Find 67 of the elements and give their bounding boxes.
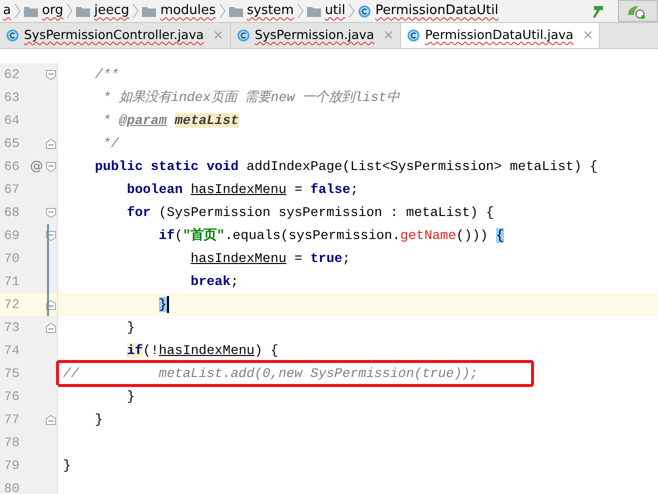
line-number: 80 (3, 480, 21, 494)
line-number: 70 (3, 250, 21, 268)
breadcrumb-item[interactable]: jeecg (73, 1, 132, 21)
code-line: break; (190, 272, 239, 291)
breadcrumb-item[interactable]: a (0, 1, 14, 21)
code-line: boolean hasIndexMenu = false; (126, 180, 358, 199)
fold-icon[interactable] (46, 322, 56, 332)
chevron-icon (132, 3, 140, 19)
folder-icon (306, 5, 321, 17)
code-line: if(!hasIndexMenu) { (126, 342, 278, 360)
code-line: * @param metaList (102, 112, 239, 130)
line-number: 62 (3, 66, 21, 84)
chevron-icon (296, 3, 304, 19)
line-number: 71 (3, 272, 21, 291)
folder-icon (228, 5, 243, 17)
line-number: 65 (3, 134, 21, 153)
chevron-icon (66, 3, 74, 19)
run-config-icon[interactable] (618, 0, 658, 22)
line-number: 68 (3, 204, 21, 222)
class-icon (407, 29, 420, 42)
line-number: 75 (3, 364, 21, 383)
code-line: for (SysPermission sysPermission : metaList) { (126, 204, 494, 222)
folder-icon (24, 5, 38, 17)
chevron-icon (348, 3, 356, 19)
fold-icon[interactable] (46, 414, 56, 424)
line-number: 66 (3, 158, 21, 176)
fold-icon[interactable] (46, 162, 56, 172)
code-line: hasIndexMenu = true; (190, 250, 350, 268)
code-line: // metaList.add(0,new SysPermission(true)); (62, 364, 478, 383)
code-line: } (126, 388, 135, 406)
folder-icon (76, 5, 90, 17)
class-icon (236, 29, 250, 42)
code-line: public static void addIndexPage(List<SysPermission> metaList) { (94, 158, 598, 176)
fold-icon[interactable] (46, 70, 56, 80)
line-number: 78 (3, 434, 21, 452)
class-icon (6, 29, 19, 42)
code-line: } (94, 410, 103, 429)
code-line: } (126, 318, 135, 337)
code-line: if("首页".equals(sysPermission.getName())) { (158, 226, 504, 245)
line-number: 72 (3, 296, 21, 314)
line-number: 67 (3, 180, 21, 199)
line-number: 73 (3, 318, 21, 337)
line-number: 74 (3, 342, 21, 360)
line-number: 79 (3, 456, 21, 475)
folder-icon (142, 5, 156, 17)
code-line: /** (94, 66, 119, 84)
breadcrumb-item[interactable]: system (226, 1, 297, 21)
breadcrumb-item[interactable]: util (304, 1, 348, 21)
line-number: 76 (3, 388, 21, 406)
breadcrumb-item[interactable]: PermissionDataUtil (355, 1, 502, 21)
code-line: */ (102, 134, 119, 153)
breadcrumb-item[interactable]: modules (139, 1, 219, 21)
code-line: * 如果没有index页面 需要new 一个放到list中 (102, 88, 400, 107)
line-number: 77 (3, 410, 21, 429)
chevron-icon (218, 3, 226, 19)
editor-tab[interactable]: PermissionDataUtil.java × (401, 23, 600, 48)
breadcrumb-item[interactable]: org (20, 1, 66, 21)
fold-icon[interactable] (46, 208, 56, 218)
code-line: } (62, 456, 71, 475)
line-number: 64 (3, 112, 21, 130)
line-number: 69 (3, 226, 21, 245)
line-number: 63 (3, 88, 21, 107)
chevron-icon (14, 3, 21, 19)
editor-tab[interactable]: SysPermission.java × (230, 23, 402, 48)
override-marker: @ (30, 158, 43, 174)
class-icon (358, 4, 372, 18)
fold-icon[interactable] (46, 138, 56, 148)
